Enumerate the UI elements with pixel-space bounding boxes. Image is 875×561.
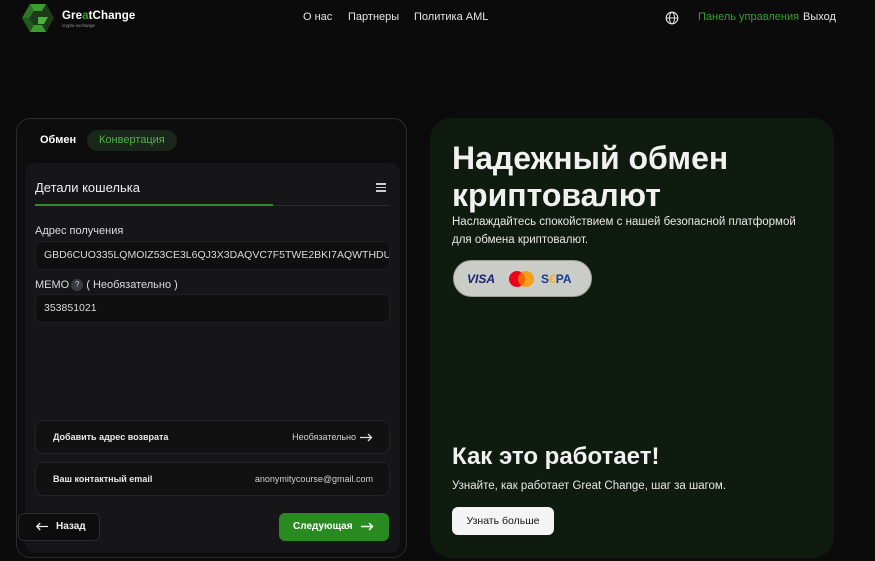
mastercard-icon (509, 271, 534, 287)
contact-email-value: anonymitycourse@gmail.com (254, 474, 373, 484)
refund-address-row[interactable]: Добавить адрес возврата Необязательно (35, 420, 390, 454)
hero-title: Надежный обмен криптовалют (452, 140, 728, 214)
contact-email-row[interactable]: Ваш контактный email anonymitycourse@gma… (35, 462, 390, 496)
visa-logo: VISA (467, 272, 496, 286)
arrow-right-icon (360, 433, 373, 442)
nav-about[interactable]: О нас (303, 11, 332, 23)
address-label: Адрес получения (35, 225, 124, 237)
wallet-details-title: Детали кошелька (35, 180, 140, 195)
memo-label: МЕМО?( Необязательно ) (35, 279, 178, 291)
nav-dashboard[interactable]: Панель управления (698, 11, 799, 23)
arrow-right-icon (360, 522, 374, 531)
tab-conversion[interactable]: Конвертация (87, 130, 177, 151)
globe-icon[interactable] (665, 11, 679, 25)
section-progress (35, 204, 273, 206)
refund-optional: Необязательно (292, 421, 373, 453)
learn-more-button[interactable]: Узнать больше (452, 507, 554, 535)
exchange-panel: Обмен Конвертация Детали кошелька Адрес … (16, 118, 407, 558)
brand-tagline: crypto exchange (62, 23, 96, 28)
brand-name: GreatChange (62, 10, 136, 22)
hero-title-line-1: Надежный обмен (452, 140, 729, 176)
menu-icon[interactable] (376, 183, 386, 192)
memo-input[interactable]: 353851021 (35, 294, 390, 323)
next-button[interactable]: Следующая (279, 513, 389, 541)
nav-partners[interactable]: Партнеры (348, 11, 399, 23)
nav-logout[interactable]: Выход (803, 11, 836, 23)
brand[interactable]: GreatChange crypto exchange (62, 10, 135, 28)
hero-description: Наслаждайтесь спокойствием с нашей безоп… (452, 213, 832, 249)
next-label: Следующая (293, 521, 353, 532)
wallet-details-card: Детали кошелька Адрес получения GBD6CUO3… (25, 163, 400, 553)
back-label: Назад (56, 521, 86, 532)
refund-address-label: Добавить адрес возврата (53, 432, 169, 442)
how-it-works-text: Узнайте, как работает Great Change, шаг … (452, 480, 727, 492)
contact-email-label: Ваш контактный email (53, 474, 153, 484)
tab-exchange[interactable]: Обмен (31, 130, 85, 151)
hero-description-line-1: Наслаждайтесь спокойствием с нашей безоп… (452, 216, 796, 228)
promo-panel: Надежный обмен криптовалют Наслаждайтесь… (430, 118, 834, 558)
address-input[interactable]: GBD6CUO335LQMOIZ53CE3L6QJ3X3DAQVC7F5TWE2… (35, 241, 390, 270)
logo-icon[interactable] (21, 3, 55, 33)
arrow-left-icon (35, 522, 48, 531)
back-button[interactable]: Назад (18, 513, 100, 541)
memo-label-text: МЕМО (35, 279, 70, 291)
nav-aml-policy[interactable]: Политика AML (414, 11, 488, 23)
how-it-works-title: Как это работает! (452, 443, 660, 470)
sepa-logo: S€PA (541, 272, 572, 286)
refund-optional-text: Необязательно (292, 432, 356, 442)
payment-methods-badge: VISA S€PA (453, 260, 592, 297)
memo-optional-text: ( Необязательно ) (86, 279, 178, 291)
help-icon[interactable]: ? (71, 279, 84, 291)
hero-description-line-2: для обмена криптовалют. (452, 234, 589, 246)
hero-title-line-2: криптовалют (452, 177, 661, 213)
